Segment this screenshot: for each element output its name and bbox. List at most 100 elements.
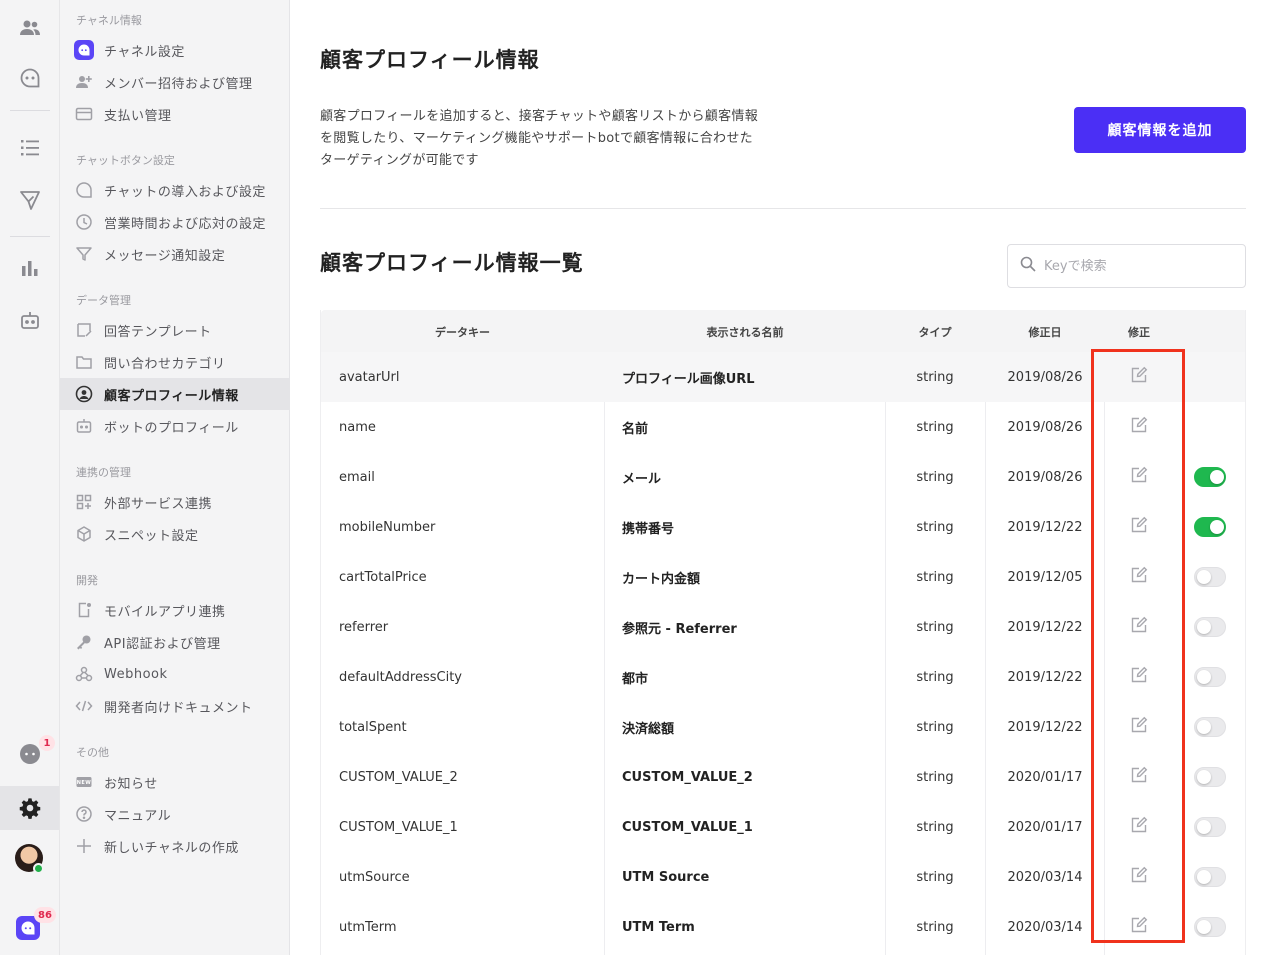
users-icon[interactable] <box>10 8 50 48</box>
add-customer-info-button[interactable]: 顧客情報を追加 <box>1074 107 1246 153</box>
modified-date-cell: 2019/12/22 <box>1007 669 1083 685</box>
toggle-knob <box>1197 720 1211 734</box>
nav-item-label: モバイルアプリ連携 <box>104 604 226 620</box>
data-key-cell: referrer <box>339 619 389 635</box>
nav-item-dev-docs[interactable]: 開発者向けドキュメント <box>60 690 289 722</box>
bar-chart-icon[interactable] <box>10 248 50 288</box>
toggle-knob <box>1197 920 1211 934</box>
channel-badge: 86 <box>34 907 56 923</box>
page-title: 顧客プロフィール情報 <box>320 48 540 72</box>
visibility-toggle[interactable] <box>1194 617 1226 637</box>
toggle-cell <box>1193 502 1227 552</box>
table-header: データキー 表示される名前 タイプ 修正日 修正 <box>321 310 1245 352</box>
app-rail: 1 86 <box>0 0 60 955</box>
plus-icon <box>74 836 94 856</box>
nav-item-label: チャネル設定 <box>104 44 185 60</box>
display-name-cell: プロフィール画像URL <box>622 371 755 387</box>
visibility-toggle[interactable] <box>1194 817 1226 837</box>
nav-item-message-notify[interactable]: メッセージ通知設定 <box>60 238 289 270</box>
nav-item-customer-profile[interactable]: 顧客プロフィール情報 <box>60 378 289 410</box>
list-icon[interactable] <box>10 128 50 168</box>
type-cell: string <box>916 519 954 535</box>
column-header-key[interactable]: データキー <box>321 324 604 340</box>
nav-item-label: 外部サービス連携 <box>104 496 213 512</box>
funnel-icon <box>74 244 94 264</box>
chat-icon[interactable] <box>10 58 50 98</box>
modified-date-cell: 2019/08/26 <box>1007 369 1083 385</box>
search-box[interactable] <box>1007 244 1246 288</box>
bot-icon[interactable] <box>10 300 50 340</box>
nav-item-categories[interactable]: 問い合わせカテゴリ <box>60 346 289 378</box>
data-key-cell: email <box>339 469 375 485</box>
display-name-cell: 決済総額 <box>622 721 675 737</box>
visibility-toggle[interactable] <box>1194 717 1226 737</box>
nav-item-bot-profile[interactable]: ボットのプロフィール <box>60 410 289 442</box>
toggle-cell <box>1193 702 1227 752</box>
column-header-type[interactable]: タイプ <box>886 324 984 340</box>
visibility-toggle[interactable] <box>1194 517 1226 537</box>
clock-icon <box>74 212 94 232</box>
toggle-cell <box>1193 452 1227 502</box>
visibility-toggle[interactable] <box>1194 467 1226 487</box>
nav-item-label: スニペット設定 <box>104 528 199 544</box>
column-header-name[interactable]: 表示される名前 <box>604 324 886 340</box>
nav-item-label: 営業時間および応対の設定 <box>104 216 267 232</box>
settings-nav: チャネル情報 チャネル設定 メンバー招待および管理 支払い管理 チャットボタン設… <box>60 0 290 955</box>
nav-section-title: チャネル情報 <box>76 14 142 27</box>
data-key-cell: utmTerm <box>339 919 397 935</box>
credit-card-icon <box>74 104 94 124</box>
visibility-toggle[interactable] <box>1194 917 1226 937</box>
nav-section-title: 連携の管理 <box>76 466 131 479</box>
code-icon <box>74 696 94 716</box>
toggle-cell <box>1193 752 1227 802</box>
toggle-cell <box>1193 902 1227 952</box>
type-cell: string <box>916 769 954 785</box>
bot-icon <box>74 416 94 436</box>
nav-item-new-channel[interactable]: 新しいチャネルの作成 <box>60 830 289 862</box>
nav-item-label: 開発者向けドキュメント <box>104 700 253 716</box>
data-key-cell: defaultAddressCity <box>339 669 462 685</box>
notification-badge: 1 <box>39 735 55 751</box>
nav-item-members[interactable]: メンバー招待および管理 <box>60 66 289 98</box>
nav-item-label: Webhook <box>104 666 168 682</box>
send-icon[interactable] <box>10 180 50 220</box>
nav-item-templates[interactable]: 回答テンプレート <box>60 314 289 346</box>
nav-item-snippets[interactable]: スニペット設定 <box>60 518 289 550</box>
nav-item-api[interactable]: API認証および管理 <box>60 626 289 658</box>
nav-item-manual[interactable]: マニュアル <box>60 798 289 830</box>
visibility-toggle[interactable] <box>1194 667 1226 687</box>
toggle-knob <box>1197 770 1211 784</box>
nav-item-label: チャットの導入および設定 <box>104 184 266 200</box>
toggle-knob <box>1197 670 1211 684</box>
nav-item-chat-setup[interactable]: チャットの導入および設定 <box>60 174 289 206</box>
display-name-cell: UTM Source <box>622 869 710 885</box>
nav-item-label: 支払い管理 <box>104 108 172 124</box>
section-divider <box>320 208 1246 209</box>
user-circle-icon <box>74 384 94 404</box>
type-cell: string <box>916 419 954 435</box>
modified-date-cell: 2019/12/22 <box>1007 619 1083 635</box>
toggle-knob <box>1210 470 1224 484</box>
nav-item-payment[interactable]: 支払い管理 <box>60 98 289 130</box>
type-cell: string <box>916 469 954 485</box>
nav-item-channel-settings[interactable]: チャネル設定 <box>60 34 289 66</box>
visibility-toggle[interactable] <box>1194 767 1226 787</box>
data-key-cell: utmSource <box>339 869 410 885</box>
gear-icon[interactable] <box>10 788 50 828</box>
data-key-cell: mobileNumber <box>339 519 436 535</box>
visibility-toggle[interactable] <box>1194 567 1226 587</box>
nav-item-mobile-sdk[interactable]: モバイルアプリ連携 <box>60 594 289 626</box>
nav-item-webhook[interactable]: Webhook <box>60 658 289 690</box>
nav-item-label: 回答テンプレート <box>104 324 212 340</box>
column-header-date[interactable]: 修正日 <box>986 324 1104 340</box>
visibility-toggle[interactable] <box>1194 867 1226 887</box>
nav-item-label: マニュアル <box>104 808 172 824</box>
nav-item-integrations[interactable]: 外部サービス連携 <box>60 486 289 518</box>
nav-item-news[interactable]: NEW お知らせ <box>60 766 289 798</box>
toggle-knob <box>1210 520 1224 534</box>
modified-date-cell: 2020/01/17 <box>1007 769 1083 785</box>
nav-item-label: 新しいチャネルの作成 <box>104 840 239 856</box>
search-input[interactable] <box>1044 258 1224 274</box>
toggle-cell <box>1193 802 1227 852</box>
nav-item-business-hours[interactable]: 営業時間および応対の設定 <box>60 206 289 238</box>
